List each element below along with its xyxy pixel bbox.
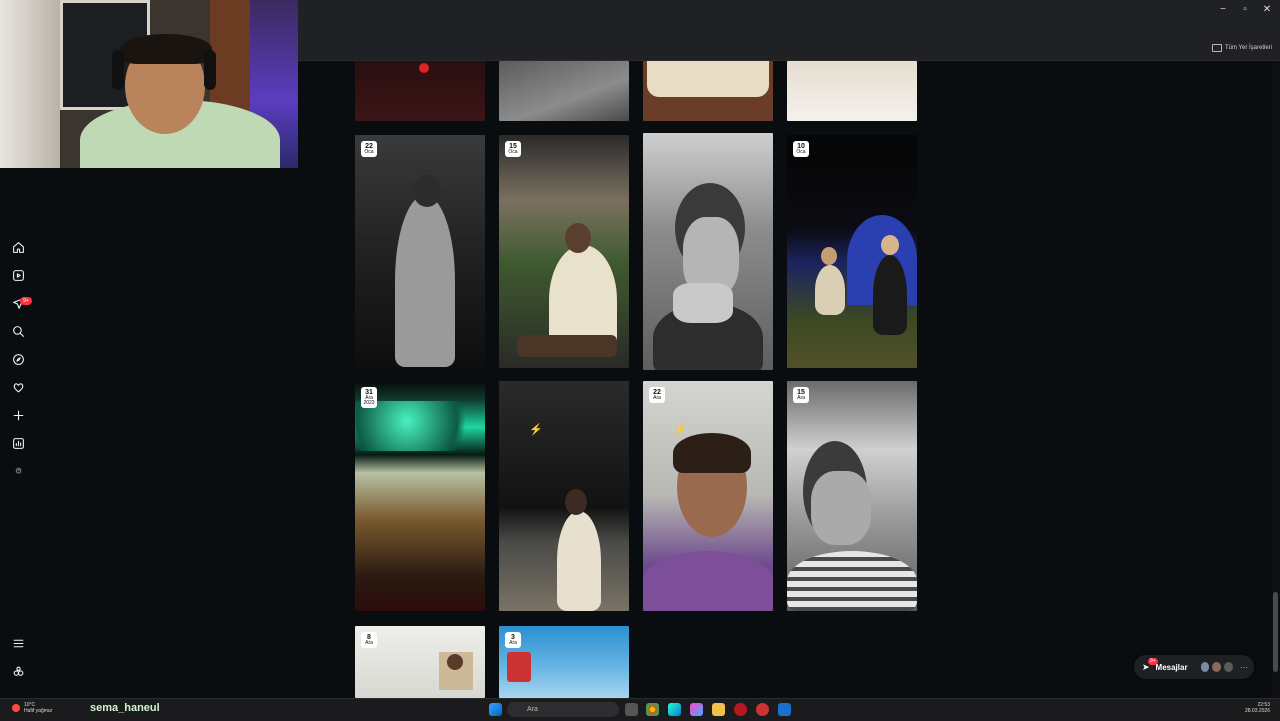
maximize-button[interactable]: ▫ bbox=[1236, 2, 1254, 18]
date-badge: 31 Ara 2023 bbox=[361, 387, 377, 408]
post-tile[interactable]: 15 Ara bbox=[787, 381, 917, 611]
edge-icon[interactable] bbox=[668, 703, 681, 716]
date-badge: 8 Ara bbox=[361, 632, 377, 648]
file-explorer-icon[interactable] bbox=[712, 703, 725, 716]
avatar bbox=[1223, 661, 1235, 673]
post-tile[interactable]: 8 Ara bbox=[355, 626, 485, 698]
windows-start-icon[interactable] bbox=[489, 703, 502, 716]
post-tile[interactable]: ⚡ bbox=[499, 381, 629, 611]
streamer-name: sema_haneul bbox=[90, 702, 160, 714]
date-badge: 22 Oca bbox=[361, 141, 377, 157]
app-icon[interactable] bbox=[734, 703, 747, 716]
chrome-icon[interactable] bbox=[646, 703, 659, 716]
meta-icon[interactable] bbox=[8, 661, 28, 681]
copilot-icon[interactable] bbox=[690, 703, 703, 716]
threads-icon[interactable] bbox=[8, 461, 28, 481]
date-text: 28.03.2026 bbox=[1244, 708, 1270, 714]
weather-widget[interactable]: 10°C Hafif yağmur bbox=[12, 702, 52, 714]
taskbar: 10°C Hafif yağmur sema_haneul Ara 22:53 … bbox=[0, 698, 1280, 721]
all-bookmarks[interactable]: Tüm Yer İşaretleri bbox=[1211, 44, 1272, 52]
post-tile[interactable]: 31 Ara 2023 bbox=[355, 381, 485, 611]
messages-button[interactable]: ➤ 9+ Mesajlar ⋯ bbox=[1134, 655, 1254, 679]
date-badge: 3 Ara bbox=[505, 632, 521, 648]
weather-icon bbox=[12, 704, 20, 712]
messages-badge: 9+ bbox=[20, 297, 32, 305]
dashboard-icon[interactable] bbox=[8, 433, 28, 453]
weather-desc: Hafif yağmur bbox=[24, 708, 53, 714]
home-icon[interactable] bbox=[8, 237, 28, 257]
post-tile[interactable]: ⚡ 22 Ara bbox=[643, 381, 773, 611]
date-badge: 10 Oca bbox=[793, 141, 809, 157]
explore-icon[interactable] bbox=[8, 349, 28, 369]
date-badge: 22 Ara bbox=[649, 387, 665, 403]
post-tile[interactable]: 15 Oca bbox=[499, 135, 629, 368]
post-tile[interactable]: 22 Oca bbox=[355, 135, 485, 368]
system-clock[interactable]: 22:53 28.03.2026 bbox=[1245, 702, 1270, 714]
post-tile[interactable]: 10 Oca bbox=[787, 135, 917, 368]
task-view-icon[interactable] bbox=[625, 703, 638, 716]
messages-count-badge: 9+ bbox=[1148, 658, 1158, 665]
search-placeholder: Ara bbox=[527, 706, 538, 713]
search-icon[interactable] bbox=[8, 321, 28, 341]
post-tile[interactable] bbox=[355, 61, 485, 121]
menu-icon[interactable] bbox=[8, 633, 28, 653]
reels-icon[interactable] bbox=[8, 265, 28, 285]
create-icon[interactable] bbox=[8, 405, 28, 425]
post-tile[interactable] bbox=[787, 61, 917, 121]
all-bookmarks-label: Tüm Yer İşaretleri bbox=[1224, 45, 1272, 51]
notifications-icon[interactable] bbox=[8, 377, 28, 397]
post-tile[interactable]: 3 Ara bbox=[499, 626, 629, 698]
post-tile[interactable] bbox=[643, 61, 773, 121]
date-badge: 15 Ara bbox=[793, 387, 809, 403]
app-icon[interactable] bbox=[756, 703, 769, 716]
scrollbar-thumb[interactable] bbox=[1273, 592, 1278, 672]
date-badge: 15 Oca bbox=[505, 141, 521, 157]
post-tile[interactable] bbox=[643, 133, 773, 370]
taskbar-search[interactable]: Ara bbox=[507, 702, 619, 717]
messages-label: Mesajlar bbox=[1155, 662, 1188, 672]
avatar bbox=[1199, 661, 1211, 673]
minimize-button[interactable]: − bbox=[1214, 2, 1232, 18]
close-button[interactable]: ✕ bbox=[1258, 2, 1276, 18]
steam-icon[interactable] bbox=[778, 703, 791, 716]
webcam-overlay bbox=[0, 0, 298, 168]
folder-icon bbox=[1211, 44, 1222, 52]
more-icon: ⋯ bbox=[1240, 662, 1249, 672]
post-tile[interactable] bbox=[499, 61, 629, 121]
avatar bbox=[1211, 661, 1223, 673]
